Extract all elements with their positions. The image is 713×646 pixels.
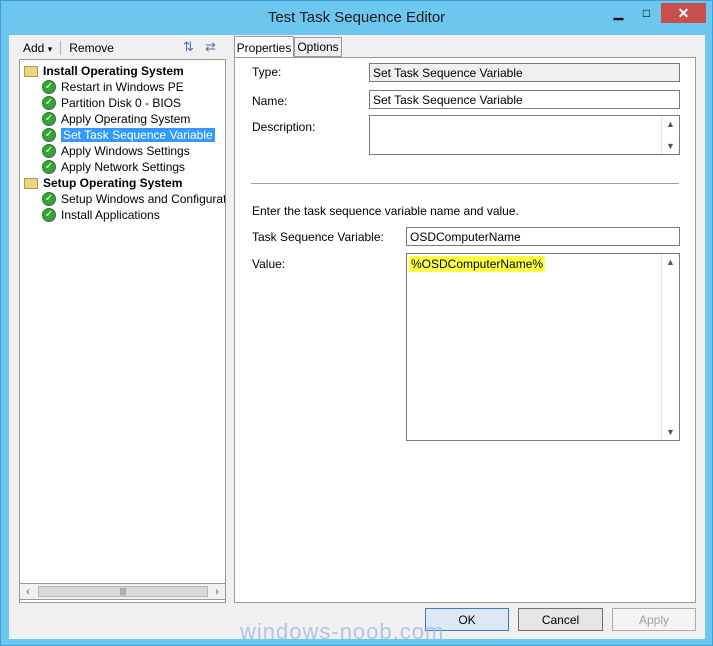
check-icon: ✓: [42, 160, 56, 174]
tree-horizontal-scrollbar[interactable]: ‹ ||| ›: [19, 583, 226, 600]
minimize-button[interactable]: ▁: [605, 3, 632, 23]
close-icon: ✕: [677, 4, 690, 21]
tree-group-setup-os[interactable]: Setup Operating System: [24, 175, 182, 191]
instruction-text: Enter the task sequence variable name an…: [252, 204, 519, 218]
name-field[interactable]: Set Task Sequence Variable: [369, 90, 680, 109]
tree-item-label: Restart in Windows PE: [61, 80, 184, 94]
task-sequence-tree[interactable]: Install Operating System ✓ Restart in Wi…: [19, 59, 226, 603]
tree-item-label: Apply Network Settings: [61, 160, 186, 174]
check-icon: ✓: [42, 128, 56, 142]
variable-label: Task Sequence Variable:: [252, 230, 384, 244]
tree-item-restart-winpe[interactable]: ✓ Restart in Windows PE: [42, 79, 184, 95]
add-label: Add: [23, 41, 45, 55]
tab-properties[interactable]: Properties: [234, 36, 294, 58]
title-bar[interactable]: Test Task Sequence Editor ▁ □ ✕: [1, 1, 712, 35]
editor-window: Test Task Sequence Editor ▁ □ ✕ Add ▾ Re…: [0, 0, 713, 646]
tree-item-apply-windows-settings[interactable]: ✓ Apply Windows Settings: [42, 143, 190, 159]
tree-item-label: Install Applications: [61, 208, 160, 222]
cancel-button[interactable]: Cancel: [518, 608, 603, 631]
tree-item-partition-disk[interactable]: ✓ Partition Disk 0 - BIOS: [42, 95, 181, 111]
tree-item-set-variable[interactable]: ✓ Set Task Sequence Variable: [42, 127, 215, 143]
scroll-left-icon[interactable]: ‹: [20, 584, 36, 599]
check-icon: ✓: [42, 192, 56, 206]
minimize-icon: ▁: [613, 6, 624, 20]
type-field: Set Task Sequence Variable: [369, 63, 680, 82]
tree-item-label: Partition Disk 0 - BIOS: [61, 96, 182, 110]
watermark: windows-noob.com: [240, 619, 445, 644]
value-field[interactable]: %OSDComputerName% ▲ ▼: [406, 253, 680, 441]
tree-item-label-selected: Set Task Sequence Variable: [61, 128, 215, 142]
check-icon: ✓: [42, 80, 56, 94]
apply-button[interactable]: Apply: [612, 608, 696, 631]
add-button[interactable]: Add ▾: [19, 41, 56, 55]
tree-group-install-os[interactable]: Install Operating System: [24, 63, 184, 79]
properties-panel: Type: Set Task Sequence Variable Name: S…: [234, 57, 696, 603]
tree-toolbar: Add ▾ Remove ⇅ ⇄: [19, 39, 216, 57]
check-icon: ✓: [42, 112, 56, 126]
group-label: Install Operating System: [43, 64, 184, 78]
value-scrollbar[interactable]: ▲ ▼: [661, 254, 679, 440]
tree-item-label: Apply Windows Settings: [61, 144, 190, 158]
tree-item-apply-os[interactable]: ✓ Apply Operating System: [42, 111, 190, 127]
folder-icon: [24, 65, 38, 77]
description-scrollbar[interactable]: ▲ ▼: [661, 116, 679, 154]
tree-item-label: Apply Operating System: [61, 112, 191, 126]
value-text: %OSDComputerName%: [409, 256, 546, 272]
check-icon: ✓: [42, 144, 56, 158]
group-label: Setup Operating System: [43, 176, 183, 190]
move-up-icon[interactable]: ⇅: [183, 39, 194, 55]
variable-field[interactable]: OSDComputerName: [406, 227, 680, 246]
description-label: Description:: [252, 120, 316, 134]
remove-button[interactable]: Remove: [65, 41, 118, 55]
scroll-up-icon[interactable]: ▲: [662, 254, 679, 270]
folder-icon: [24, 177, 38, 189]
tree-item-apply-network-settings[interactable]: ✓ Apply Network Settings: [42, 159, 185, 175]
toolbar-separator: [60, 41, 62, 55]
scroll-down-icon[interactable]: ▼: [662, 424, 679, 440]
scroll-up-icon[interactable]: ▲: [662, 116, 679, 132]
tab-options[interactable]: Options: [294, 37, 342, 57]
name-label: Name:: [252, 94, 288, 108]
dropdown-arrow-icon: ▾: [47, 44, 53, 54]
close-button[interactable]: ✕: [661, 3, 706, 23]
move-down-icon[interactable]: ⇄: [205, 39, 216, 55]
tree-item-install-applications[interactable]: ✓ Install Applications: [42, 207, 160, 223]
value-label: Value:: [252, 257, 286, 271]
description-field[interactable]: ▲ ▼: [369, 115, 680, 155]
check-icon: ✓: [42, 208, 56, 222]
maximize-icon: □: [642, 6, 651, 20]
scroll-down-icon[interactable]: ▼: [662, 138, 679, 154]
scroll-right-icon[interactable]: ›: [209, 584, 225, 599]
section-divider: [251, 183, 679, 185]
dialog-client: Add ▾ Remove ⇅ ⇄ Install Operating Syste…: [9, 35, 705, 639]
scrollbar-thumb[interactable]: |||: [38, 586, 208, 597]
tree-item-setup-windows[interactable]: ✓ Setup Windows and Configuration: [42, 191, 226, 207]
type-label: Type:: [252, 65, 282, 79]
maximize-button[interactable]: □: [633, 3, 660, 23]
check-icon: ✓: [42, 96, 56, 110]
tree-item-label: Setup Windows and Configuration: [61, 192, 226, 206]
